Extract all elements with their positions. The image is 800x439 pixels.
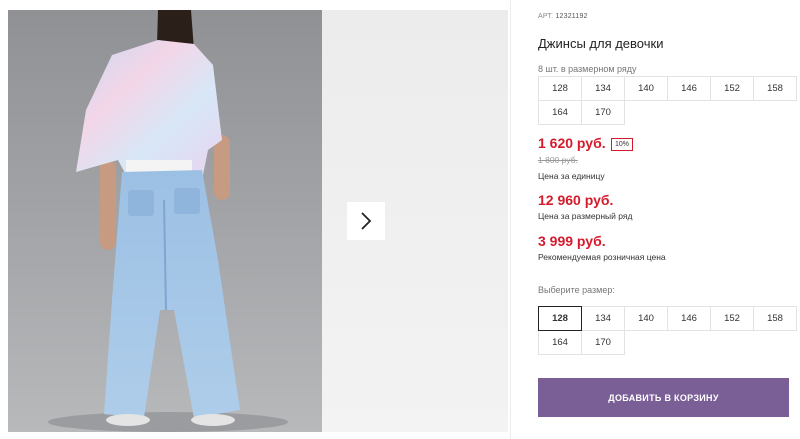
chevron-right-icon: [361, 212, 372, 230]
pack-price: 12 960 руб.: [538, 192, 614, 208]
gallery-next-button[interactable]: [347, 202, 385, 240]
discount-badge: 10%: [611, 138, 634, 151]
pack-size-cell: 128: [538, 76, 582, 101]
size-option[interactable]: 164: [538, 330, 582, 355]
article-value: 12321192: [555, 13, 588, 20]
pack-size-cell: 170: [581, 100, 625, 125]
add-to-cart-button[interactable]: ДОБАВИТЬ В КОРЗИНУ: [538, 378, 789, 417]
product-gallery: [8, 10, 508, 432]
size-selector: 128 134 140 146 152 158 164 170: [538, 306, 797, 355]
size-option[interactable]: 170: [581, 330, 625, 355]
pack-size-cell: 164: [538, 100, 582, 125]
choose-size-label: Выберите размер:: [538, 285, 615, 295]
girl-in-jeans-image: [48, 10, 288, 432]
retail-price: 3 999 руб.: [538, 233, 606, 249]
unit-price: 1 620 руб.: [538, 135, 606, 151]
old-price: 1 800 руб.: [538, 155, 578, 165]
retail-price-caption: Рекомендуемая розничная цена: [538, 252, 666, 262]
divider: [510, 0, 511, 439]
unit-price-caption: Цена за единицу: [538, 171, 605, 181]
pack-price-caption: Цена за размерный ряд: [538, 211, 633, 221]
pack-size-cell: 152: [710, 76, 754, 101]
article-number: АРТ. 12321192: [538, 13, 588, 20]
size-option[interactable]: 134: [581, 306, 625, 331]
size-option[interactable]: 152: [710, 306, 754, 331]
size-option[interactable]: 128: [538, 306, 582, 331]
pack-size-cell: 146: [667, 76, 711, 101]
product-photo[interactable]: [8, 10, 322, 432]
product-title: Джинсы для девочки: [538, 36, 664, 51]
pack-size-cell: 140: [624, 76, 668, 101]
size-option[interactable]: 158: [753, 306, 797, 331]
article-label: АРТ.: [538, 13, 554, 20]
product-page: АРТ. 12321192 Джинсы для девочки 8 шт. в…: [0, 0, 800, 439]
pack-size-cell: 158: [753, 76, 797, 101]
size-option[interactable]: 140: [624, 306, 668, 331]
size-option[interactable]: 146: [667, 306, 711, 331]
pack-size-grid: 128 134 140 146 152 158 164 170: [538, 76, 797, 125]
pack-label: 8 шт. в размерном ряду: [538, 64, 637, 74]
pack-size-cell: 134: [581, 76, 625, 101]
